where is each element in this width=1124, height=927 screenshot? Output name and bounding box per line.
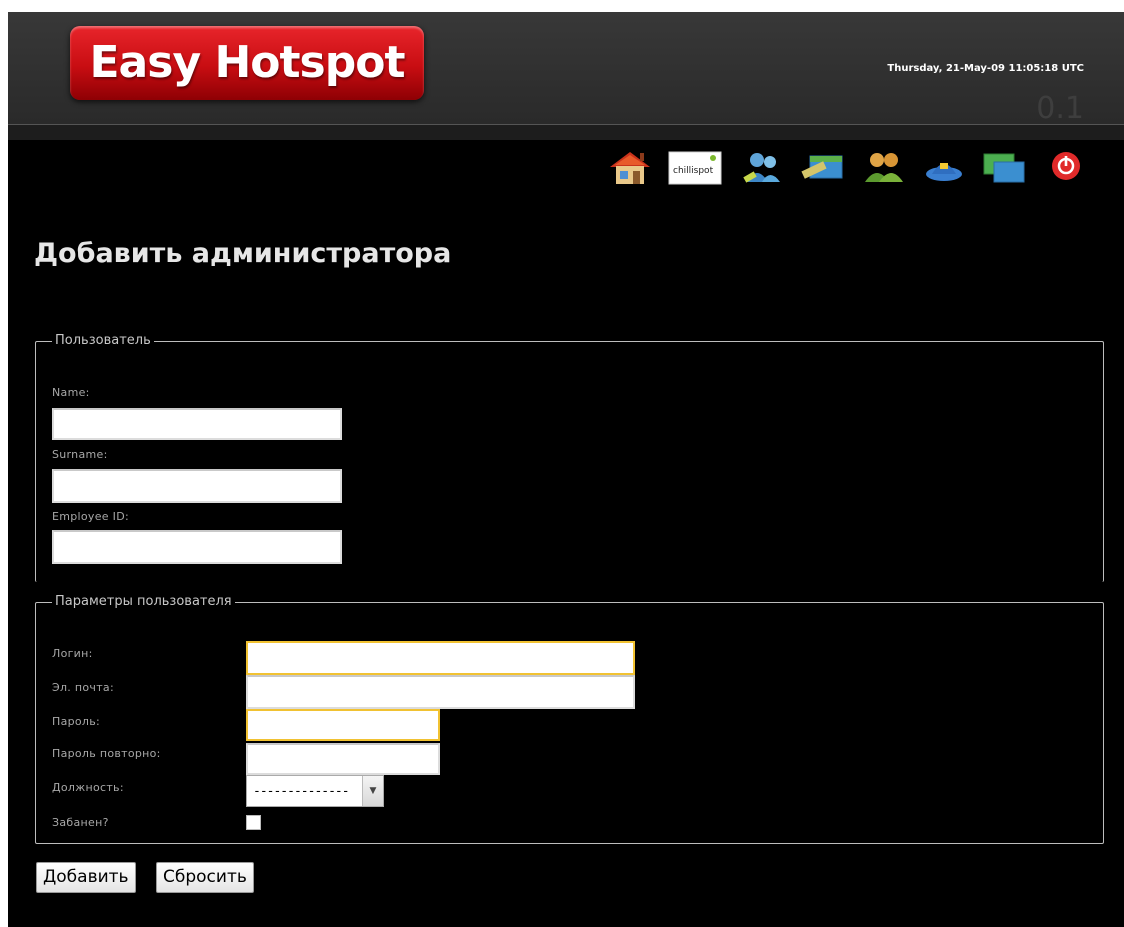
datetime: Thursday, 21-May-09 11:05:18 UTC [887,63,1084,74]
position-label: Должность: [52,781,124,794]
header-separator [8,125,1124,140]
add-button[interactable]: Добавить [36,862,136,893]
logo: Easy Hotspot [70,26,424,100]
home-icon[interactable] [606,148,654,188]
employee-id-field[interactable] [52,530,342,564]
position-select-value: -------------- [253,784,350,799]
tickets-icon[interactable] [798,148,846,188]
user-fieldset-legend: Пользователь [52,333,154,348]
name-label: Name: [52,386,90,399]
login-label: Логин: [52,647,93,660]
chillispot-icon[interactable]: chillispot [668,148,722,188]
surname-label: Surname: [52,448,108,461]
surname-field[interactable] [52,469,342,503]
params-fieldset-legend: Параметры пользователя [52,594,235,609]
logout-icon[interactable] [1046,148,1086,188]
user-fieldset: Пользователь Name: Surname: Employee ID: [35,333,1104,582]
email-label: Эл. почта: [52,681,114,694]
password-repeat-label: Пароль повторно: [52,747,161,760]
users-icon[interactable] [738,148,786,188]
position-select[interactable]: -------------- ▼ [246,775,384,807]
login-field[interactable] [246,641,635,675]
employee-id-label: Employee ID: [52,510,129,523]
params-fieldset: Параметры пользователя Логин: Эл. почта:… [35,594,1104,844]
version-label: 0.1 [1036,91,1084,126]
password-repeat-field[interactable] [246,743,440,775]
name-field[interactable] [52,408,342,440]
admin-icon[interactable] [920,148,968,188]
chillispot-text: chillispot [673,166,714,176]
password-label: Пароль: [52,715,101,728]
password-field[interactable] [246,709,440,741]
app-frame: Easy Hotspot Thursday, 21-May-09 11:05:1… [8,12,1124,927]
page-title: Добавить администратора [34,238,452,269]
header: Easy Hotspot Thursday, 21-May-09 11:05:1… [8,12,1124,125]
email-field[interactable] [246,675,635,709]
banned-checkbox[interactable] [246,815,261,830]
reset-button[interactable]: Сбросить [156,862,254,893]
group-users-icon[interactable] [860,148,908,188]
chevron-down-icon[interactable]: ▼ [362,776,383,806]
banned-label: Забанен? [52,816,109,829]
network-icon[interactable] [980,148,1028,188]
